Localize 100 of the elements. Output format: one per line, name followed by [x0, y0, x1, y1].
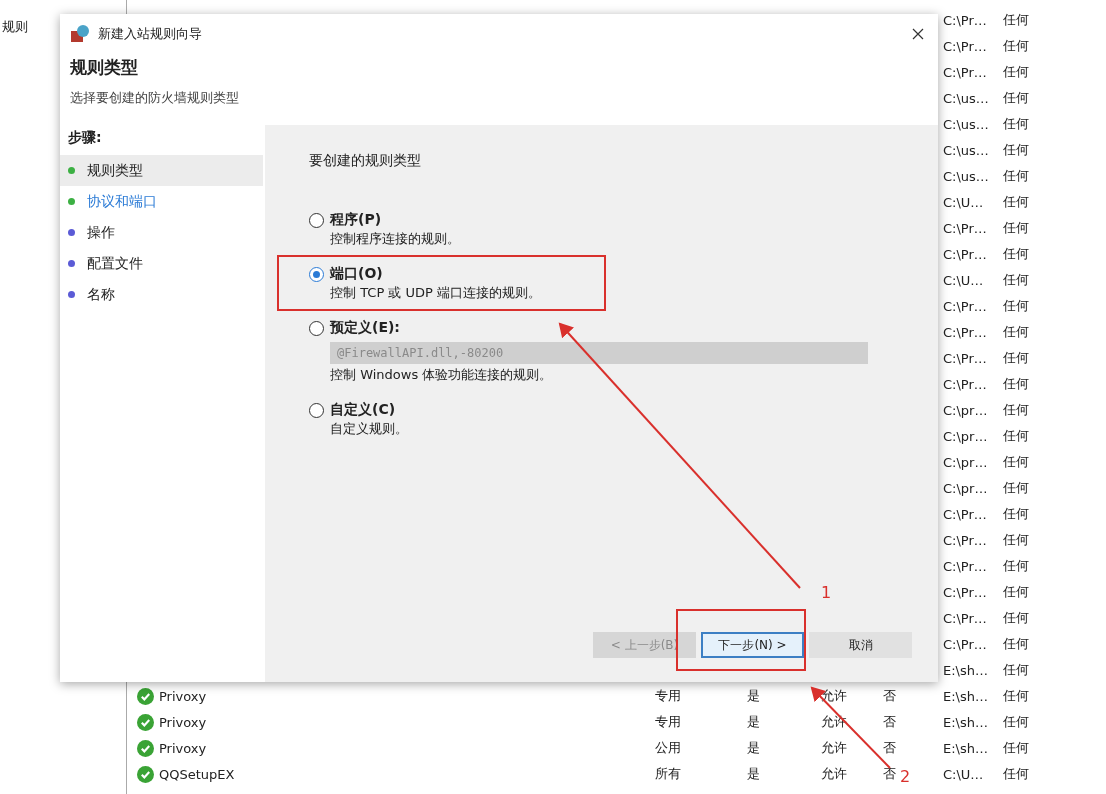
table-cell: 任何 [1003, 245, 1029, 263]
table-cell: C:\Pr… [943, 246, 987, 262]
option-label[interactable]: 预定义(E): [330, 319, 400, 337]
table-cell: E:\sh… [943, 740, 988, 756]
table-cell: 公用 [655, 739, 681, 757]
rule-name[interactable]: Privoxy [159, 740, 207, 756]
table-cell: 任何 [1003, 141, 1029, 159]
table-cell: 任何 [1003, 583, 1029, 601]
table-cell: 任何 [1003, 63, 1029, 81]
table-cell: C:\Pr… [943, 64, 987, 80]
table-cell: C:\Pr… [943, 38, 987, 54]
table-cell: C:\U… [943, 766, 984, 782]
table-cell: E:\sh… [943, 688, 988, 704]
table-cell: 任何 [1003, 505, 1029, 523]
option-description: 自定义规则。 [329, 420, 409, 438]
table-cell: C:\us… [943, 116, 989, 132]
table-cell: 任何 [1003, 765, 1029, 783]
table-cell: 任何 [1003, 661, 1029, 679]
table-cell: 任何 [1003, 557, 1029, 575]
table-cell: C:\us… [943, 90, 989, 106]
table-cell: 任何 [1003, 219, 1029, 237]
table-cell: C:\Pr… [943, 220, 987, 236]
annotation-number: 1 [821, 583, 832, 602]
option-description: 控制 TCP 或 UDP 端口连接的规则。 [329, 284, 542, 302]
table-cell: C:\Pr… [943, 532, 987, 548]
table-cell: 专用 [655, 713, 681, 731]
table-cell: 否 [883, 687, 896, 705]
table-cell: C:\Pr… [943, 350, 987, 366]
step-item[interactable]: 协议和端口 [60, 186, 263, 217]
page-heading: 规则类型 [70, 56, 139, 79]
table-cell: 任何 [1003, 115, 1029, 133]
table-cell: C:\us… [943, 168, 989, 184]
annotation-number: 2 [900, 767, 911, 786]
table-cell: C:\Pr… [943, 376, 987, 392]
table-cell: 是 [747, 739, 760, 757]
step-item[interactable]: 操作 [60, 217, 263, 248]
nav-item[interactable]: 规则 [0, 19, 28, 34]
table-cell: C:\pr… [943, 480, 988, 496]
table-cell: C:\Pr… [943, 12, 987, 28]
step-item[interactable]: 名称 [60, 279, 263, 310]
page-description: 选择要创建的防火墙规则类型 [70, 89, 240, 107]
table-cell: 任何 [1003, 349, 1029, 367]
table-cell: 是 [747, 713, 760, 731]
table-cell: C:\Pr… [943, 610, 987, 626]
table-cell: 任何 [1003, 271, 1029, 289]
table-cell: C:\pr… [943, 402, 988, 418]
table-cell: C:\pr… [943, 428, 988, 444]
table-cell: 任何 [1003, 193, 1029, 211]
table-cell: 否 [883, 713, 896, 731]
step-item[interactable]: 配置文件 [60, 248, 263, 279]
rule-name[interactable]: QQSetupEX [159, 766, 235, 782]
table-cell: 任何 [1003, 297, 1029, 315]
table-cell: 允许 [821, 765, 847, 783]
table-cell: 任何 [1003, 531, 1029, 549]
step-item[interactable]: 规则类型 [60, 155, 263, 186]
table-cell: 是 [747, 765, 760, 783]
window-title: 新建入站规则向导 [98, 25, 203, 43]
steps-heading: 步骤: [67, 129, 103, 147]
table-cell: 任何 [1003, 739, 1029, 757]
table-cell: C:\U… [943, 272, 984, 288]
table-cell: 专用 [655, 687, 681, 705]
table-cell: 任何 [1003, 37, 1029, 55]
table-cell: 任何 [1003, 11, 1029, 29]
table-cell: 任何 [1003, 635, 1029, 653]
table-cell: 任何 [1003, 427, 1029, 445]
option-description: 控制 Windows 体验功能连接的规则。 [329, 366, 554, 384]
table-cell: 任何 [1003, 609, 1029, 627]
table-cell: 所有 [655, 765, 681, 783]
option-label[interactable]: 端口(O) [330, 265, 383, 283]
table-cell: 允许 [821, 739, 847, 757]
table-cell: 任何 [1003, 89, 1029, 107]
prompt-text: 要创建的规则类型 [309, 152, 422, 170]
table-cell: C:\Pr… [943, 636, 987, 652]
table-cell: 任何 [1003, 713, 1029, 731]
dialog-button[interactable]: 下一步(N) > [701, 632, 804, 658]
table-cell: 任何 [1003, 323, 1029, 341]
dialog-button[interactable]: 取消 [809, 632, 912, 658]
option-label[interactable]: 自定义(C) [330, 401, 396, 419]
table-cell: C:\Pr… [943, 506, 987, 522]
table-cell: C:\us… [943, 142, 989, 158]
rule-name[interactable]: Privoxy [159, 714, 207, 730]
table-cell: C:\Pr… [943, 298, 987, 314]
table-cell: 任何 [1003, 167, 1029, 185]
table-cell: C:\Pr… [943, 558, 987, 574]
table-cell: 任何 [1003, 375, 1029, 393]
table-cell: C:\Pr… [943, 584, 987, 600]
option-label[interactable]: 程序(P) [330, 211, 382, 229]
table-cell: E:\sh… [943, 714, 988, 730]
rule-name[interactable]: Privoxy [159, 688, 207, 704]
table-cell: C:\pr… [943, 454, 988, 470]
table-cell: 允许 [821, 687, 847, 705]
table-cell: C:\U… [943, 194, 984, 210]
table-cell: 任何 [1003, 401, 1029, 419]
table-cell: 任何 [1003, 453, 1029, 471]
table-cell: 任何 [1003, 479, 1029, 497]
table-cell: 任何 [1003, 687, 1029, 705]
table-cell: 是 [747, 687, 760, 705]
table-cell: E:\sh… [943, 662, 988, 678]
table-cell: 否 [883, 739, 896, 757]
option-description: 控制程序连接的规则。 [329, 230, 461, 248]
